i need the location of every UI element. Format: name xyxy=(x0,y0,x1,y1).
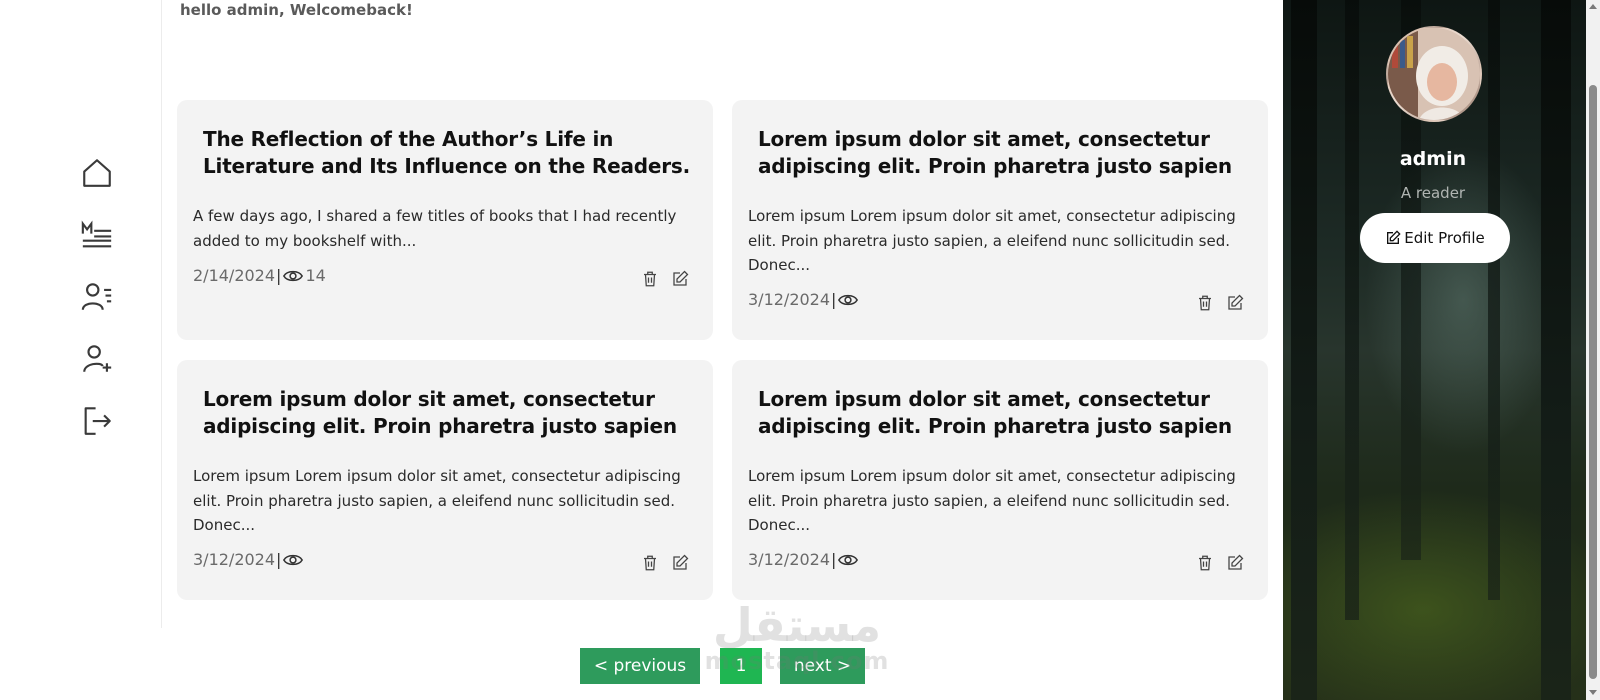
post-actions xyxy=(641,270,689,288)
scroll-up-arrow-icon[interactable] xyxy=(1589,4,1597,9)
post-meta: 3/12/2024 | xyxy=(748,290,860,309)
dashboard-page: hello admin, Welcomeback! The Reflection… xyxy=(0,0,1600,700)
eye-icon xyxy=(838,293,859,307)
meta-separator: | xyxy=(831,290,837,309)
forest-background xyxy=(1291,0,1317,700)
post-card[interactable]: The Reflection of the Author’s Life in L… xyxy=(177,100,713,340)
post-card[interactable]: Lorem ipsum dolor sit amet, consectetur … xyxy=(177,360,713,600)
post-meta: 3/12/2024 | xyxy=(193,550,305,569)
add-user-icon[interactable] xyxy=(80,342,114,376)
edit-profile-label: Edit Profile xyxy=(1404,229,1485,247)
forest-background xyxy=(1488,0,1500,600)
home-icon[interactable] xyxy=(80,156,114,190)
post-date: 3/12/2024 xyxy=(748,290,831,309)
view-count: 14 xyxy=(305,266,326,285)
post-title[interactable]: Lorem ipsum dolor sit amet, consectetur … xyxy=(758,386,1248,440)
trash-icon[interactable] xyxy=(1196,554,1214,572)
trash-icon[interactable] xyxy=(641,270,659,288)
post-title[interactable]: Lorem ipsum dolor sit amet, consectetur … xyxy=(203,386,693,440)
scroll-down-arrow-icon[interactable] xyxy=(1589,690,1597,695)
trash-icon[interactable] xyxy=(641,554,659,572)
scroll-thumb[interactable] xyxy=(1589,85,1597,679)
previous-page-button[interactable]: < previous xyxy=(580,648,700,684)
post-date: 3/12/2024 xyxy=(748,550,831,569)
meta-separator: | xyxy=(276,550,282,569)
next-page-button[interactable]: next > xyxy=(780,648,865,684)
post-date: 3/12/2024 xyxy=(193,550,276,569)
post-date: 2/14/2024 xyxy=(193,266,276,285)
vertical-scrollbar[interactable] xyxy=(1586,0,1600,700)
post-excerpt: Lorem ipsum Lorem ipsum dolor sit amet, … xyxy=(193,467,681,534)
sidebar xyxy=(0,0,162,628)
forest-background xyxy=(1541,0,1571,700)
post-actions xyxy=(1196,554,1244,572)
meta-separator: | xyxy=(276,266,282,285)
greeting-text: hello admin, Welcomeback! xyxy=(180,1,413,19)
eye-icon xyxy=(838,553,859,567)
forest-background xyxy=(1345,0,1359,620)
post-card[interactable]: Lorem ipsum dolor sit amet, consectetur … xyxy=(732,360,1268,600)
trash-icon[interactable] xyxy=(1196,294,1214,312)
logout-icon[interactable] xyxy=(80,404,114,438)
markdown-list-icon[interactable] xyxy=(80,218,114,252)
post-actions xyxy=(1196,294,1244,312)
edit-icon xyxy=(1385,230,1401,246)
post-title[interactable]: Lorem ipsum dolor sit amet, consectetur … xyxy=(758,126,1248,180)
post-actions xyxy=(641,554,689,572)
profile-name: admin xyxy=(1399,148,1467,170)
edit-icon[interactable] xyxy=(1226,294,1244,312)
post-excerpt: Lorem ipsum Lorem ipsum dolor sit amet, … xyxy=(748,207,1236,274)
user-list-icon[interactable] xyxy=(80,280,114,314)
page-number-button[interactable]: 1 xyxy=(720,648,762,684)
meta-separator: | xyxy=(831,550,837,569)
post-excerpt: Lorem ipsum Lorem ipsum dolor sit amet, … xyxy=(748,467,1236,534)
edit-icon[interactable] xyxy=(1226,554,1244,572)
profile-panel: admin A reader Edit Profile xyxy=(1283,0,1600,700)
post-card[interactable]: Lorem ipsum dolor sit amet, consectetur … xyxy=(732,100,1268,340)
watermark-arabic: مستقل xyxy=(712,598,882,652)
eye-icon xyxy=(283,269,304,283)
post-meta: 2/14/2024 | 14 xyxy=(193,266,326,285)
edit-icon[interactable] xyxy=(671,270,689,288)
profile-role: A reader xyxy=(1400,184,1466,202)
edit-icon[interactable] xyxy=(671,554,689,572)
edit-profile-button[interactable]: Edit Profile xyxy=(1360,213,1510,263)
eye-icon xyxy=(283,553,304,567)
post-excerpt: A few days ago, I shared a few titles of… xyxy=(193,207,677,250)
avatar xyxy=(1386,26,1482,122)
post-title[interactable]: The Reflection of the Author’s Life in L… xyxy=(203,126,693,180)
post-meta: 3/12/2024 | xyxy=(748,550,860,569)
